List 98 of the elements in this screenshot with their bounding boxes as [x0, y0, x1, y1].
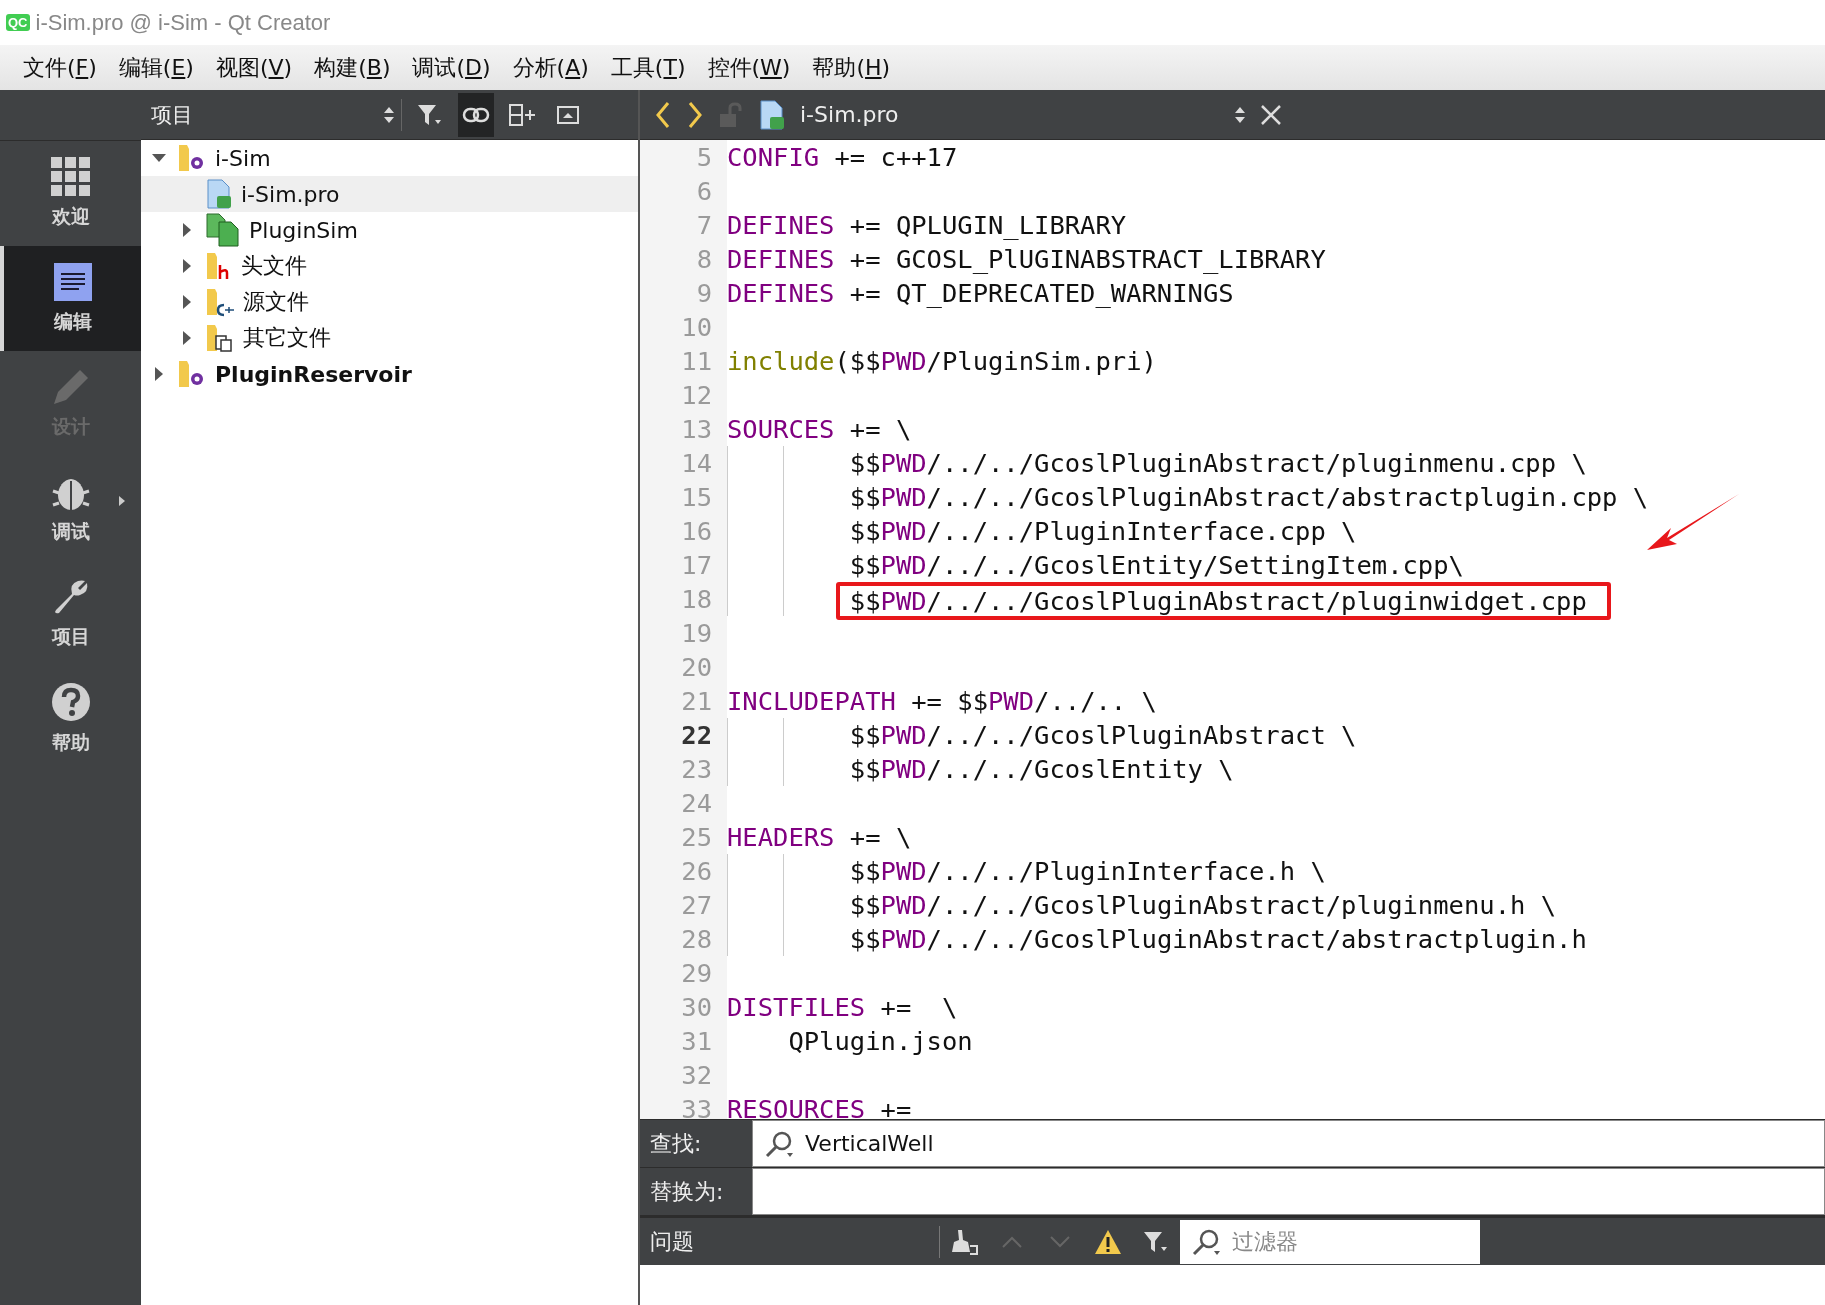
line-number: 24 — [640, 786, 727, 820]
line-number: 8 — [640, 242, 727, 276]
menu-item[interactable]: 工具(T) — [599, 52, 697, 83]
warning-icon[interactable] — [1094, 1228, 1122, 1255]
filter-icon[interactable] — [1143, 1229, 1169, 1254]
code-line: DEFINES += GCOSL_PlUGINABSTRACT_LIBRARY — [727, 244, 1326, 274]
menu-item[interactable]: 帮助(H) — [801, 52, 902, 83]
open-file-name[interactable]: i-Sim.pro — [800, 102, 1220, 127]
tree-item[interactable]: 其它文件 — [141, 320, 638, 356]
code-line: $$PWD/../../GcoslEntity \ — [848, 754, 1234, 784]
menu-item[interactable]: 构建(B) — [303, 52, 402, 83]
file-icon — [758, 99, 786, 130]
mode-tab[interactable]: 帮助 — [0, 666, 141, 771]
menu-item[interactable]: 视图(V) — [204, 52, 304, 83]
close-icon[interactable] — [1260, 103, 1282, 126]
line-number: 13 — [640, 412, 727, 446]
line-number: 10 — [640, 310, 727, 344]
app-logo: QC — [6, 14, 30, 31]
tree-item[interactable]: i-Sim.pro — [141, 176, 638, 212]
filter-field[interactable]: 过滤器 — [1180, 1219, 1480, 1264]
line-number: 20 — [640, 650, 727, 684]
clear-icon[interactable] — [950, 1227, 978, 1256]
code-line: $$PWD/../../GcoslPluginAbstract/abstractplugin.cpp \ — [848, 482, 1649, 512]
filter-icon[interactable] — [417, 102, 443, 127]
help-icon — [50, 681, 91, 722]
code-line: SOURCES += \ — [727, 414, 912, 444]
code-line: CONFIG += c++17 — [727, 142, 958, 172]
document-icon — [53, 262, 92, 301]
line-number: 28 — [640, 922, 727, 956]
code-line: RESOURCES += — [727, 1094, 912, 1119]
line-number: 27 — [640, 888, 727, 922]
line-number: 21 — [640, 684, 727, 718]
code-line: $$PWD/../../PluginInterface.cpp \ — [848, 516, 1357, 546]
grid-icon — [51, 157, 90, 196]
search-icon — [1192, 1227, 1222, 1256]
code-line: $$PWD/../../GcoslPluginAbstract/abstractplugin.h — [848, 924, 1587, 954]
tree-item[interactable]: 头文件 — [141, 248, 638, 284]
line-number: 9 — [640, 276, 727, 310]
code-line: $$PWD/../../GcoslPluginAbstract/pluginmenu.cpp \ — [848, 448, 1587, 478]
line-number: 17 — [640, 548, 727, 582]
mode-tab[interactable]: 调试 — [0, 456, 141, 561]
menu-item[interactable]: 控件(W) — [696, 52, 802, 83]
code-line: DISTFILES += \ — [727, 992, 958, 1022]
line-number: 32 — [640, 1058, 727, 1092]
menu-item[interactable]: 分析(A) — [501, 52, 600, 83]
other-folder-icon — [205, 323, 235, 353]
line-number: 14 — [640, 446, 727, 480]
mode-tab[interactable]: 欢迎 — [0, 141, 141, 246]
search-icon — [765, 1129, 795, 1158]
line-number: 7 — [640, 208, 727, 242]
line-number: 29 — [640, 956, 727, 990]
code-line: $$PWD/../../GcoslEntity/SettingItem.cpp\ — [848, 550, 1464, 580]
line-number: 16 — [640, 514, 727, 548]
mode-tab[interactable]: 编辑 — [0, 246, 141, 351]
panel-title: 问题 — [640, 1225, 940, 1258]
source-folder-icon — [205, 287, 235, 317]
code-line: QPlugin.json — [787, 1026, 973, 1056]
maximize-icon[interactable] — [557, 104, 579, 125]
tree-item[interactable]: PluginSim — [141, 212, 638, 248]
documents-icon — [205, 213, 241, 247]
field-label: 替换为: — [649, 1177, 725, 1206]
file-icon — [205, 179, 233, 209]
line-number: 11 — [640, 344, 727, 378]
code-line: HEADERS += \ — [727, 822, 912, 852]
split-icon[interactable] — [508, 102, 536, 127]
code-line: INCLUDEPATH += $$PWD/../.. \ — [727, 686, 1157, 716]
line-number: 18 — [640, 582, 727, 616]
line-number: 22 — [640, 718, 727, 752]
line-number: 5 — [640, 140, 727, 174]
window-title: i-Sim.pro @ i-Sim - Qt Creator — [35, 9, 331, 36]
line-number: 31 — [640, 1024, 727, 1058]
line-number: 25 — [640, 820, 727, 854]
menu-item[interactable]: 编辑(E) — [107, 52, 205, 83]
code-line: DEFINES += QT_DEPRECATED_WARNINGS — [727, 278, 1234, 308]
find-field[interactable]: VerticalWell — [752, 1120, 1825, 1167]
line-number: 15 — [640, 480, 727, 514]
line-number: 19 — [640, 616, 727, 650]
line-number: 23 — [640, 752, 727, 786]
line-number: 6 — [640, 174, 727, 208]
line-number: 26 — [640, 854, 727, 888]
line-number: 30 — [640, 990, 727, 1024]
field-label: 查找: — [649, 1129, 703, 1158]
tree-item[interactable]: 源文件 — [141, 284, 638, 320]
line-number: 12 — [640, 378, 727, 412]
tree-item[interactable]: PluginReservoir — [141, 356, 638, 392]
replace-field[interactable] — [752, 1168, 1825, 1215]
mode-tab[interactable]: 项目 — [0, 561, 141, 666]
tree-item[interactable]: i-Sim — [141, 140, 638, 176]
code-line: $$PWD/../../GcoslPluginAbstract/pluginmenu.h \ — [848, 890, 1557, 920]
code-line: $$PWD/../../PluginInterface.h \ — [848, 856, 1326, 886]
code-line: include($$PWD/PluginSim.pri) — [727, 346, 1157, 376]
code-line: DEFINES += QPLUGIN_LIBRARY — [727, 210, 1127, 240]
line-number: 33 — [640, 1092, 727, 1119]
pencil-icon — [51, 367, 90, 406]
menu-item[interactable]: 调试(D) — [401, 52, 502, 83]
menu-item[interactable]: 文件(F) — [12, 52, 108, 83]
code-line: $$PWD/../../GcoslPluginAbstract \ — [848, 720, 1357, 750]
toolbar-button[interactable] — [458, 92, 494, 137]
